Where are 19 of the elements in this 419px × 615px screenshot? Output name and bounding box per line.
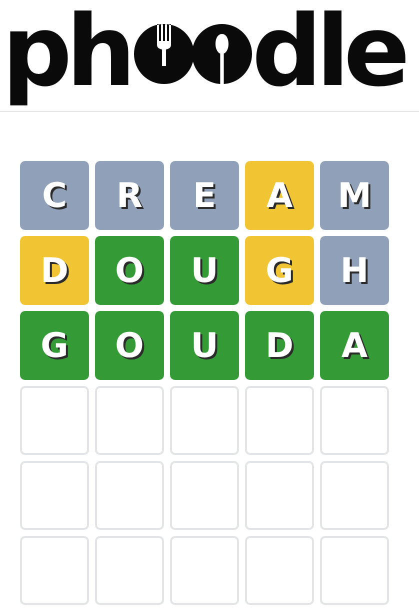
letter-tile: G (245, 236, 314, 305)
letter-tile: U (170, 311, 239, 380)
letter-tile: C (20, 161, 89, 230)
spoon-icon (192, 24, 252, 84)
letter-tile: A (245, 161, 314, 230)
letter-tile: D (20, 236, 89, 305)
logo-text: ph (2, 0, 130, 104)
letter-tile: O (95, 236, 164, 305)
letter-tile: A (320, 311, 389, 380)
letter-tile: H (320, 236, 389, 305)
letter-tile: D (245, 311, 314, 380)
letter-tile: O (95, 311, 164, 380)
letter-tile: R (95, 161, 164, 230)
letter-tile: U (170, 236, 239, 305)
logo-text: dle (252, 0, 404, 104)
letter-tile: G (20, 311, 89, 380)
letter-tile: E (170, 161, 239, 230)
letter-tile: M (320, 161, 389, 230)
fork-icon (134, 24, 194, 84)
